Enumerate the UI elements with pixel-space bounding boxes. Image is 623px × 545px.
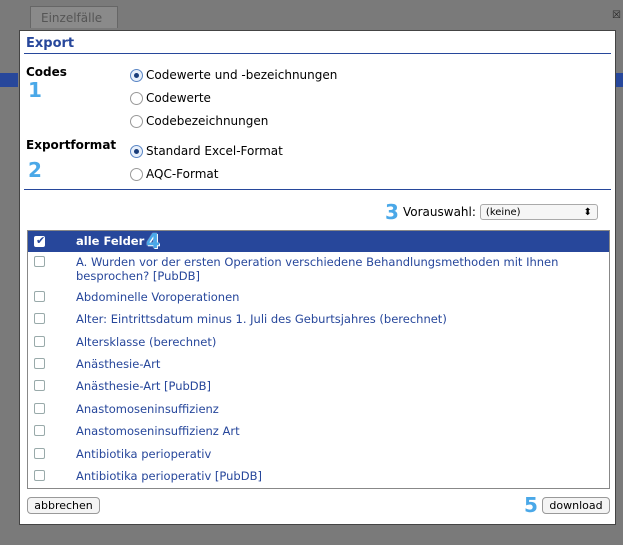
field-checkbox[interactable] (34, 403, 45, 414)
field-checkbox[interactable] (34, 448, 45, 459)
preset-select[interactable]: (keine) ⬍ (479, 204, 598, 220)
radio-button[interactable] (130, 167, 143, 181)
dialog-title: Export (26, 36, 75, 51)
field-row[interactable]: Antibiotika perioperativ (28, 443, 609, 466)
radio-button[interactable] (130, 91, 143, 105)
field-row[interactable]: Altersklasse (berechnet) (28, 331, 609, 354)
field-row[interactable]: Abdominelle Voroperationen (28, 286, 609, 309)
section-separator (24, 189, 611, 190)
annotation-badge-4: 4 (146, 230, 160, 253)
field-row[interactable]: Anastomoseninsuffizienz (28, 398, 609, 421)
field-checkbox[interactable] (34, 291, 45, 302)
radio-label: Standard Excel-Format (146, 144, 283, 158)
field-label: Alter: Eintrittsdatum minus 1. Juli des … (76, 312, 447, 326)
field-row-all[interactable]: ✔ alle Felder 4 (28, 231, 609, 253)
preset-group: 3 Vorauswahl: (keine) ⬍ (385, 202, 598, 222)
cancel-button[interactable]: abbrechen (27, 497, 100, 514)
field-label: Anastomoseninsuffizienz Art (76, 424, 240, 438)
field-checkbox[interactable] (34, 313, 45, 324)
radio-label: Codewerte (146, 91, 211, 105)
field-checkbox[interactable] (34, 336, 45, 347)
radio-label: AQC-Format (146, 167, 219, 181)
radio-label: Codebezeichnungen (146, 114, 269, 128)
preset-selected-value: (keine) (485, 206, 521, 218)
annotation-badge-3: 3 (385, 200, 399, 224)
field-checkbox[interactable] (34, 470, 45, 481)
radio-button[interactable] (130, 144, 143, 158)
background-tab-einzelfaelle: Einzelfälle (30, 6, 118, 28)
codes-option-values[interactable]: Codewerte (130, 88, 211, 108)
field-row[interactable]: Anastomoseninsuffizienz Art (28, 420, 609, 444)
field-checkbox[interactable] (34, 425, 45, 436)
exportformat-label: Exportformat (26, 138, 117, 152)
field-label: Anästhesie-Art [PubDB] (76, 379, 212, 393)
format-option-aqc[interactable]: AQC-Format (130, 164, 218, 184)
field-label: A. Wurden vor der ersten Operation versc… (76, 255, 559, 283)
field-label: Altersklasse (berechnet) (76, 335, 217, 349)
field-checkbox[interactable] (34, 256, 45, 267)
field-row[interactable]: Anästhesie-Art (28, 353, 609, 376)
checkmark-icon: ✔ (36, 234, 46, 247)
select-arrows-icon: ⬍ (583, 206, 592, 218)
codes-option-labels[interactable]: Codebezeichnungen (130, 111, 268, 131)
field-label: Anästhesie-Art (76, 357, 161, 371)
field-row[interactable]: A. Wurden vor der ersten Operation versc… (28, 252, 609, 287)
dialog-title-bar: Export (24, 35, 611, 54)
export-dialog: Export Codes 1 Codewerte und -bezeichnun… (19, 30, 616, 525)
close-icon[interactable]: ☒ (612, 10, 621, 21)
field-label: Antibiotika perioperativ (76, 447, 212, 461)
field-label: Abdominelle Voroperationen (76, 290, 240, 304)
field-checkbox[interactable] (34, 380, 45, 391)
background-header-strip (0, 73, 18, 87)
preset-label: Vorauswahl: (403, 205, 476, 219)
annotation-badge-1: 1 (28, 78, 42, 102)
radio-button[interactable] (130, 68, 143, 82)
field-row[interactable]: Antibiotika perioperativ [PubDB] (28, 465, 609, 487)
field-list[interactable]: ✔ alle Felder 4 A. Wurden vor der ersten… (27, 230, 610, 489)
field-row[interactable]: Anästhesie-Art [PubDB] (28, 375, 609, 399)
field-checkbox[interactable] (34, 358, 45, 369)
select-all-checkbox[interactable]: ✔ (34, 234, 46, 247)
annotation-badge-5: 5 (524, 493, 538, 517)
format-option-standard-excel[interactable]: Standard Excel-Format (130, 141, 283, 161)
codes-label: Codes (26, 65, 67, 79)
field-label: Antibiotika perioperativ [PubDB] (76, 469, 262, 483)
download-button[interactable]: download (542, 497, 610, 514)
codes-option-values-and-labels[interactable]: Codewerte und -bezeichnungen (130, 65, 337, 85)
field-row[interactable]: Alter: Eintrittsdatum minus 1. Juli des … (28, 308, 609, 332)
field-label: Anastomoseninsuffizienz (76, 402, 219, 416)
radio-button[interactable] (130, 114, 143, 128)
radio-label: Codewerte und -bezeichnungen (146, 68, 338, 82)
annotation-badge-2: 2 (28, 158, 42, 182)
